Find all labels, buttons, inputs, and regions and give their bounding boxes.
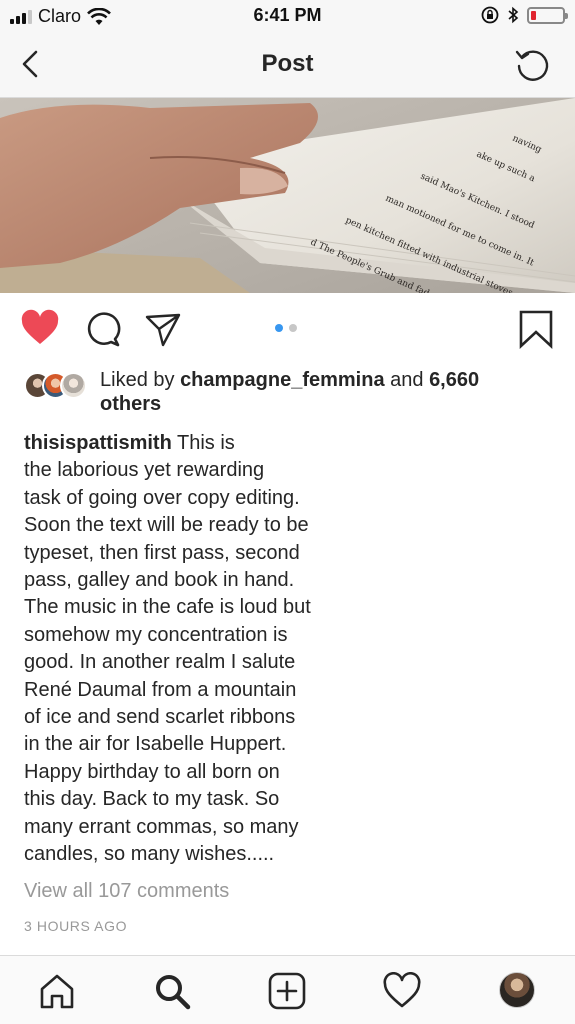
carousel-dot — [289, 324, 297, 332]
bookmark-icon[interactable] — [516, 309, 556, 349]
likes-middle: and — [384, 369, 430, 391]
nav-header: Post — [0, 32, 575, 98]
home-icon[interactable] — [38, 972, 76, 1010]
likes-summary[interactable]: Liked by champagne_femmina and 6,660 oth… — [24, 368, 544, 416]
page-title: Post — [261, 50, 314, 77]
post-caption: thisispattismith This is the laborious y… — [24, 430, 364, 869]
status-right — [481, 6, 568, 24]
caption-text: This is the laborious yet rewarding task… — [24, 432, 311, 866]
post-photo[interactable]: naving ake up such a said Mao's Kitchen. I… — [0, 98, 575, 293]
search-icon[interactable] — [153, 972, 191, 1010]
battery-icon — [527, 6, 568, 24]
refresh-icon[interactable] — [513, 44, 553, 84]
likes-others[interactable]: others — [100, 393, 161, 415]
battery-level — [531, 10, 536, 20]
likes-prefix: Liked by — [100, 369, 181, 391]
activity-heart-icon[interactable] — [383, 972, 421, 1010]
share-icon[interactable] — [143, 309, 183, 349]
liker-avatars — [24, 372, 94, 400]
avatar — [60, 372, 87, 399]
profile-avatar[interactable] — [499, 972, 535, 1008]
photo-illustration: navingake up such asaid Mao's Kitchen. I… — [0, 98, 575, 293]
liker-username[interactable]: champagne_femmina — [180, 369, 385, 391]
caption-username[interactable]: thisispattismith — [24, 432, 172, 454]
likes-count[interactable]: 6,660 — [429, 369, 479, 391]
post-timestamp: 3 HOURS AGO — [24, 918, 128, 934]
view-all-comments-link[interactable]: View all 107 comments — [24, 880, 229, 903]
status-bar: Claro 6:41 PM — [0, 0, 575, 32]
likes-text: Liked by champagne_femmina and 6,660 oth… — [100, 368, 544, 416]
comment-icon[interactable] — [82, 309, 122, 349]
bluetooth-icon — [508, 6, 519, 24]
like-heart-icon[interactable] — [20, 309, 60, 349]
add-post-icon[interactable] — [268, 972, 306, 1010]
orientation-lock-icon — [481, 6, 499, 24]
carousel-dot — [275, 324, 283, 332]
carousel-indicator — [275, 324, 297, 332]
bottom-tab-bar — [0, 955, 575, 1024]
